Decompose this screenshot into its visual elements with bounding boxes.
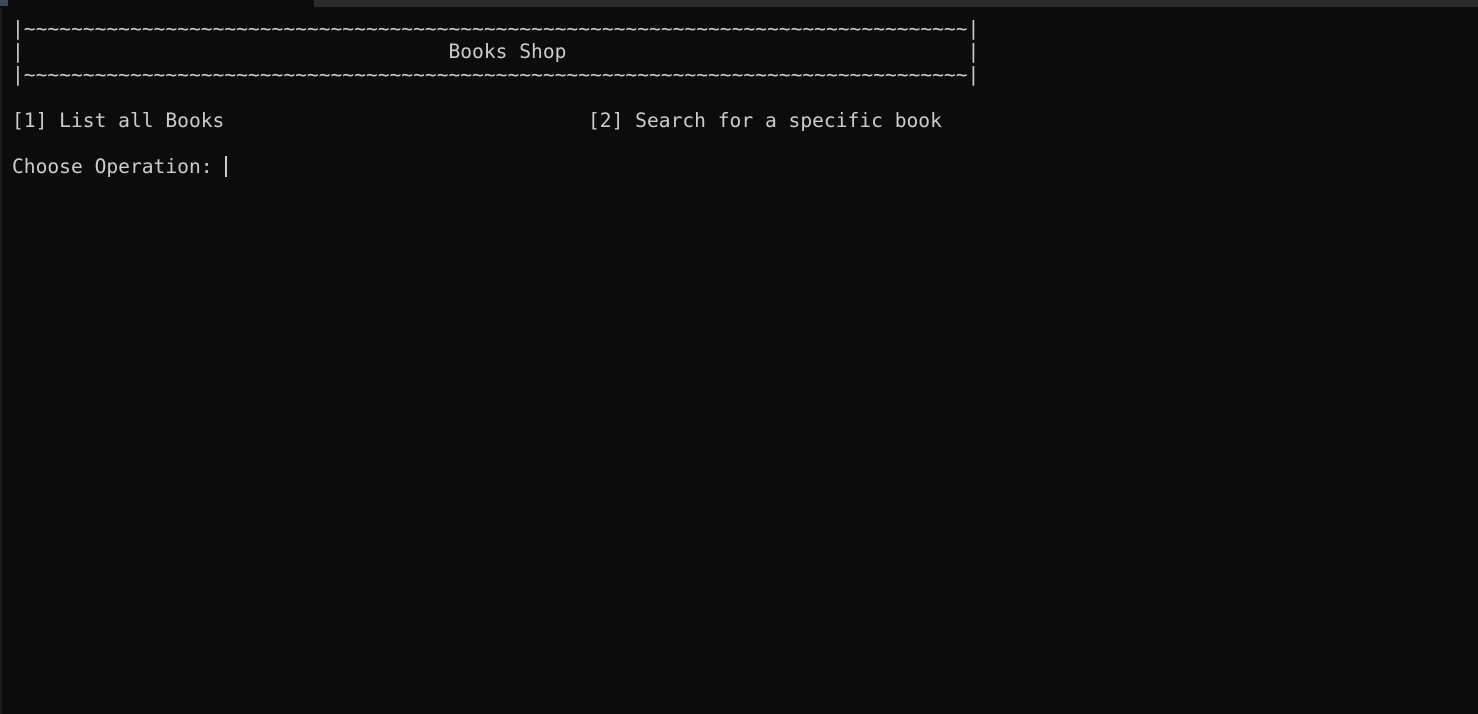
operation-prompt-row[interactable]: Choose Operation:	[12, 155, 227, 178]
terminal-console[interactable]: |~~~~~~~~~~~~~~~~~~~~~~~~~~~~~~~~~~~~~~~…	[0, 8, 1478, 714]
banner-top-border: |~~~~~~~~~~~~~~~~~~~~~~~~~~~~~~~~~~~~~~~…	[12, 17, 980, 40]
banner-title: | Books Shop |	[12, 40, 980, 63]
menu-option-search-book: [2] Search for a specific book	[588, 109, 942, 132]
window-top-strip	[0, 0, 1478, 8]
menu-option-list-books: [1] List all Books	[12, 109, 225, 132]
active-tab-indicator	[0, 0, 8, 6]
banner-bottom-border: |~~~~~~~~~~~~~~~~~~~~~~~~~~~~~~~~~~~~~~~…	[12, 63, 980, 86]
title-bar[interactable]	[314, 0, 1478, 7]
tab-strip	[0, 0, 312, 7]
text-cursor	[225, 156, 227, 177]
operation-prompt-label: Choose Operation:	[12, 155, 225, 178]
